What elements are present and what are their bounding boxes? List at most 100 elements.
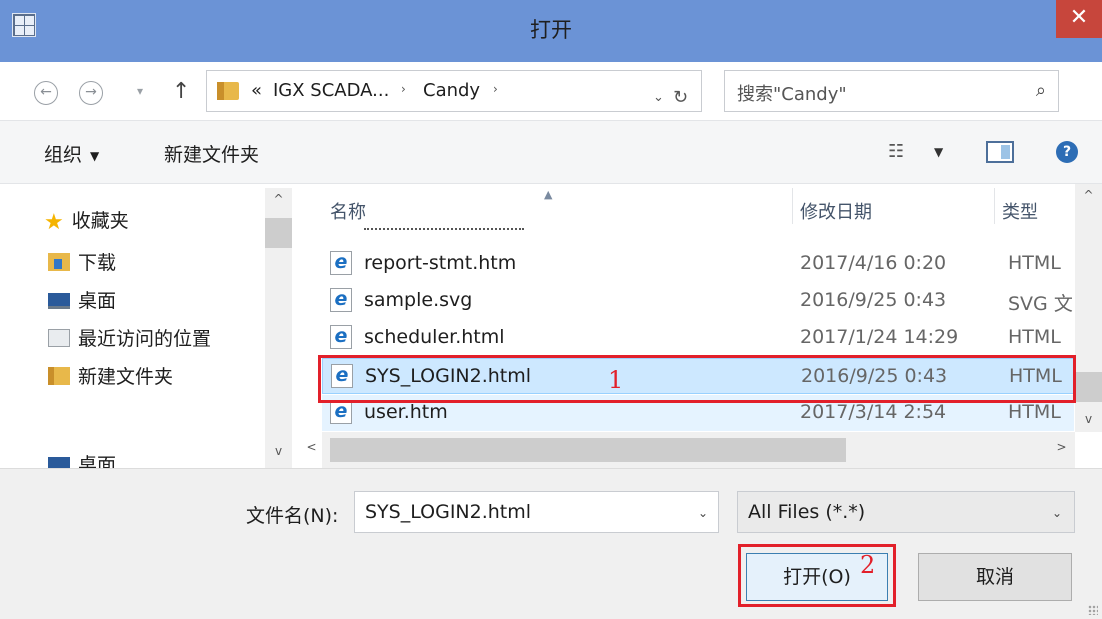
breadcrumb-igx-scada[interactable]: IGX SCADA...	[273, 80, 389, 101]
file-modified: 2017/4/16 0:20	[800, 252, 947, 274]
column-header-type[interactable]: 类型	[1002, 198, 1038, 224]
file-name: user.htm	[364, 401, 448, 423]
column-header-name[interactable]: 名称	[330, 198, 366, 224]
new-folder-button[interactable]: 新建文件夹	[164, 140, 259, 167]
refresh-icon[interactable]: ↻	[673, 87, 688, 108]
annotation-number-2: 2	[860, 551, 876, 579]
sidebar-item-label: 桌面	[78, 454, 117, 468]
title-bar: 打开 ✕	[0, 0, 1102, 62]
column-divider[interactable]	[994, 188, 995, 224]
list-item[interactable]: e scheduler.html 2017/1/24 14:29 HTML	[322, 320, 1074, 356]
sidebar-item-desktop[interactable]: 桌面	[48, 286, 116, 316]
column-header-modified[interactable]: 修改日期	[800, 198, 872, 224]
chevron-down-icon: ⌄	[1051, 506, 1062, 520]
breadcrumb-overflow[interactable]: «	[251, 80, 262, 101]
column-divider[interactable]	[792, 188, 793, 224]
sidebar-item-new-folder[interactable]: 新建文件夹	[48, 362, 173, 392]
chevron-down-icon: ▼	[90, 148, 100, 163]
address-dropdown-icon[interactable]: ⌄	[653, 90, 664, 105]
resize-grip-icon[interactable]	[1088, 605, 1098, 615]
ie-html-file-icon: e	[330, 288, 352, 312]
ie-html-file-icon: e	[330, 251, 352, 275]
desktop-icon	[48, 457, 70, 468]
sidebar-item-label: 收藏夹	[71, 210, 129, 232]
file-list-horizontal-scrollbar[interactable]: < >	[306, 432, 1075, 468]
folder-icon	[217, 82, 239, 100]
scroll-up-icon[interactable]: ^	[1075, 188, 1102, 202]
file-modified: 2016/9/25 0:43	[800, 289, 947, 311]
up-folder-button[interactable]: ↑	[172, 79, 190, 104]
search-input[interactable]: 搜索"Candy" ⌕	[724, 70, 1059, 112]
navigation-bar: ← → ▾ ↑ « IGX SCADA... › Candy › ⌄ ↻ 搜索"…	[0, 62, 1102, 120]
chevron-down-icon[interactable]: ▼	[934, 145, 943, 159]
scroll-up-icon[interactable]: ^	[265, 192, 292, 206]
sidebar-item-label: 下载	[78, 252, 117, 274]
list-item[interactable]	[322, 224, 1074, 236]
forward-button[interactable]: →	[79, 81, 103, 105]
search-icon[interactable]: ⌕	[1036, 80, 1046, 101]
annotation-highlight-file	[318, 355, 1076, 403]
breadcrumb-chevron-icon[interactable]: ›	[401, 82, 406, 96]
cancel-button[interactable]: 取消	[918, 553, 1072, 601]
sidebar-item-desktop-2[interactable]: 桌面	[48, 450, 116, 468]
command-bar: 组织 ▼ 新建文件夹 ☷ ▼ ?	[0, 120, 1102, 184]
partial-row	[364, 224, 524, 230]
breadcrumb-candy[interactable]: Candy	[423, 80, 480, 101]
file-type: HTML	[1008, 401, 1061, 423]
navigation-pane: ★ 收藏夹 下载 桌面 最近访问的位置 新建文件夹 桌面	[0, 184, 292, 468]
file-type: SVG 文	[1008, 293, 1073, 315]
preview-pane-icon[interactable]	[986, 141, 1014, 163]
scroll-down-icon[interactable]: v	[265, 444, 292, 458]
sidebar-item-favorites[interactable]: ★ 收藏夹	[44, 206, 129, 236]
file-modified: 2017/1/24 14:29	[800, 326, 959, 348]
chevron-down-icon[interactable]: ⌄	[698, 506, 708, 520]
file-name: scheduler.html	[364, 326, 505, 348]
scroll-down-icon[interactable]: v	[1075, 412, 1102, 426]
list-item[interactable]: e report-stmt.htm 2017/4/16 0:20 HTML	[322, 246, 1074, 282]
filename-input[interactable]: SYS_LOGIN2.html ⌄	[354, 491, 719, 533]
organize-label: 组织	[44, 144, 83, 166]
help-icon[interactable]: ?	[1056, 141, 1078, 163]
file-name: sample.svg	[364, 289, 473, 311]
recent-places-icon	[48, 329, 70, 347]
organize-button[interactable]: 组织 ▼	[44, 140, 99, 167]
search-placeholder: 搜索"Candy"	[737, 84, 847, 105]
sidebar-item-label: 桌面	[78, 290, 117, 312]
file-modified: 2017/3/14 2:54	[800, 401, 947, 423]
sort-ascending-icon: ▲	[544, 188, 553, 201]
scroll-right-icon[interactable]: >	[1048, 440, 1075, 454]
annotation-number-1: 1	[608, 366, 624, 394]
scroll-left-icon[interactable]: <	[298, 440, 325, 454]
file-type: HTML	[1008, 326, 1061, 348]
sidebar-item-label: 最近访问的位置	[78, 328, 212, 350]
list-item[interactable]: e sample.svg 2016/9/25 0:43 SVG 文	[322, 283, 1074, 319]
file-list: ▲ 名称 修改日期 类型 e report-stmt.htm 2017/4/16…	[292, 184, 1102, 468]
recent-locations-icon[interactable]: ▾	[137, 84, 143, 98]
file-type-filter-select[interactable]: All Files (*.*) ⌄	[737, 491, 1075, 533]
folder-icon	[48, 367, 70, 385]
back-button[interactable]: ←	[34, 81, 58, 105]
window-title: 打开	[530, 18, 572, 42]
desktop-icon	[48, 293, 70, 309]
address-bar[interactable]: « IGX SCADA... › Candy › ⌄ ↻	[206, 70, 702, 112]
scrollbar-thumb[interactable]	[265, 218, 292, 248]
filename-label: 文件名(N):	[246, 505, 339, 527]
filename-value: SYS_LOGIN2.html	[365, 501, 532, 523]
scrollbar-thumb[interactable]	[1075, 372, 1102, 402]
sidebar-item-downloads[interactable]: 下载	[48, 248, 116, 278]
close-button[interactable]: ✕	[1056, 0, 1102, 38]
ie-html-file-icon: e	[330, 325, 352, 349]
file-list-vertical-scrollbar[interactable]: ^ v	[1075, 184, 1102, 432]
sidebar-item-recent-places[interactable]: 最近访问的位置	[48, 324, 211, 354]
view-options-icon[interactable]: ☷	[888, 141, 904, 162]
sidebar-item-label: 新建文件夹	[78, 366, 174, 388]
file-name: report-stmt.htm	[364, 252, 517, 274]
file-type-filter-value: All Files (*.*)	[748, 501, 866, 523]
scrollbar-thumb[interactable]	[330, 438, 846, 462]
star-icon: ★	[44, 210, 64, 235]
downloads-folder-icon	[48, 253, 70, 271]
file-type: HTML	[1008, 252, 1061, 274]
breadcrumb-chevron-icon[interactable]: ›	[493, 82, 498, 96]
sidebar-scrollbar[interactable]: ^ v	[265, 188, 292, 468]
ie-html-file-icon: e	[330, 400, 352, 424]
